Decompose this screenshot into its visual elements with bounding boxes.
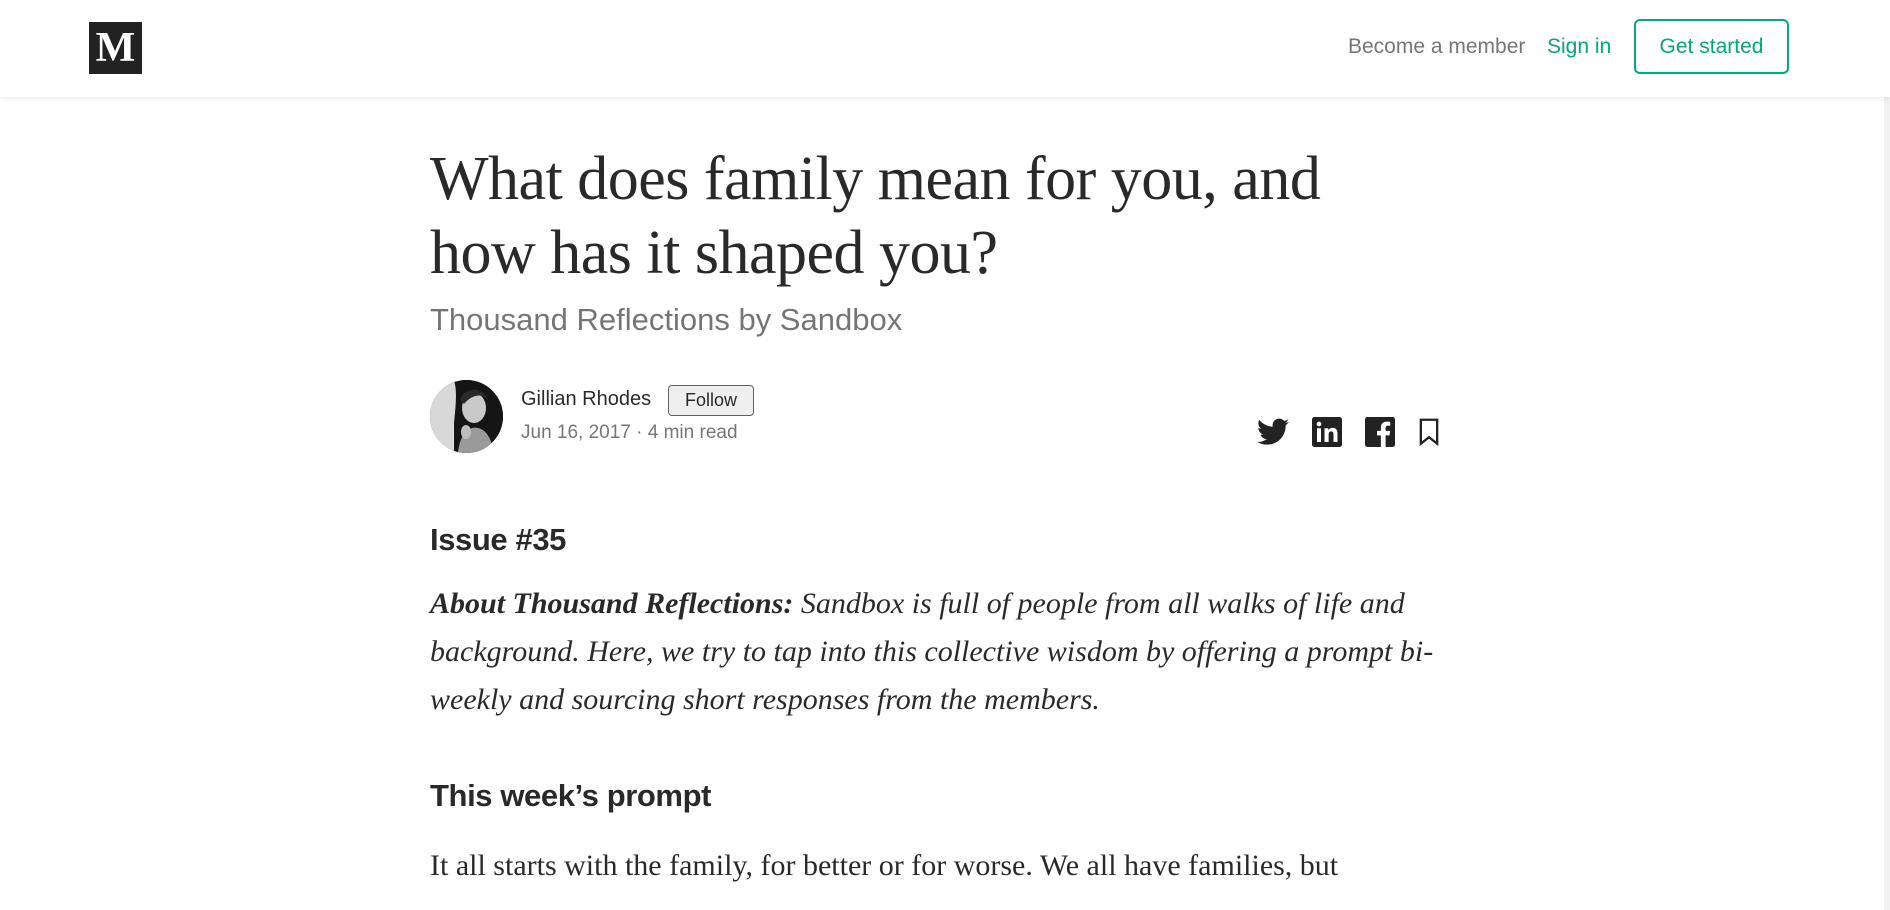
about-paragraph: About Thousand Reflections: Sandbox is f… xyxy=(430,580,1440,724)
scrollbar[interactable] xyxy=(1884,97,1890,910)
about-label: About Thousand Reflections: xyxy=(430,587,794,620)
author-avatar[interactable] xyxy=(430,380,503,453)
article-title: What does family mean for you, and how h… xyxy=(430,145,1321,287)
top-navbar: M Become a member Sign in Get started xyxy=(0,0,1890,97)
issue-heading: Issue #35 xyxy=(430,522,567,557)
get-started-button[interactable]: Get started xyxy=(1634,19,1789,74)
prompt-heading: This week’s prompt xyxy=(430,778,712,813)
become-member-link[interactable]: Become a member xyxy=(1348,35,1525,59)
facebook-icon[interactable] xyxy=(1363,415,1397,449)
article-meta: Jun 16, 2017 · 4 min read xyxy=(521,422,738,443)
medium-logo[interactable]: M xyxy=(89,22,142,74)
sign-in-link[interactable]: Sign in xyxy=(1547,35,1611,59)
bookmark-icon[interactable] xyxy=(1412,415,1446,449)
linkedin-icon[interactable] xyxy=(1310,415,1344,449)
author-name-link[interactable]: Gillian Rhodes xyxy=(521,388,651,411)
twitter-icon[interactable] xyxy=(1256,415,1290,449)
follow-button[interactable]: Follow xyxy=(668,385,754,416)
avatar-photo xyxy=(430,380,503,453)
prompt-paragraph: It all starts with the family, for bette… xyxy=(430,849,1339,882)
article-subtitle: Thousand Reflections by Sandbox xyxy=(430,302,903,337)
